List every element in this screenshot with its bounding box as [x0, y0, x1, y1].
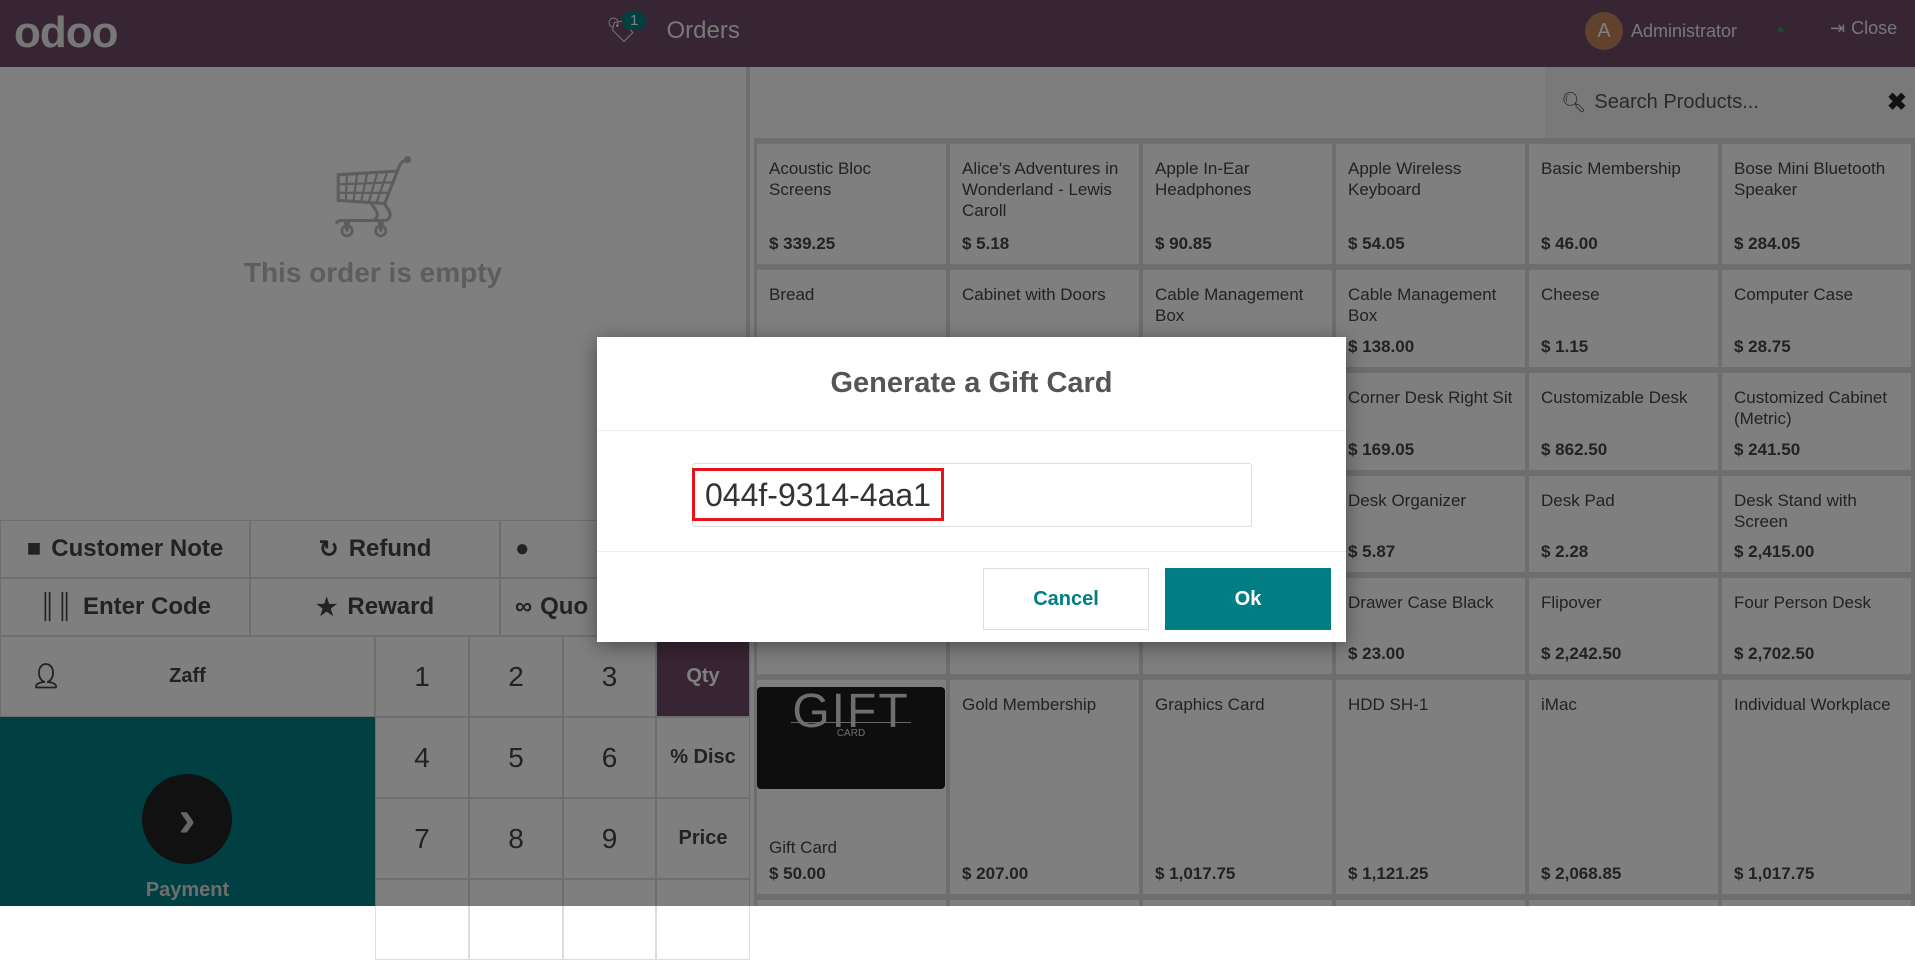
gift-card-dialog: Generate a Gift Card Cancel Ok [597, 337, 1346, 642]
cancel-button[interactable]: Cancel [983, 568, 1149, 630]
gift-card-code-input[interactable] [692, 463, 1252, 527]
ok-button[interactable]: Ok [1165, 568, 1331, 630]
dialog-title: Generate a Gift Card [597, 337, 1346, 431]
